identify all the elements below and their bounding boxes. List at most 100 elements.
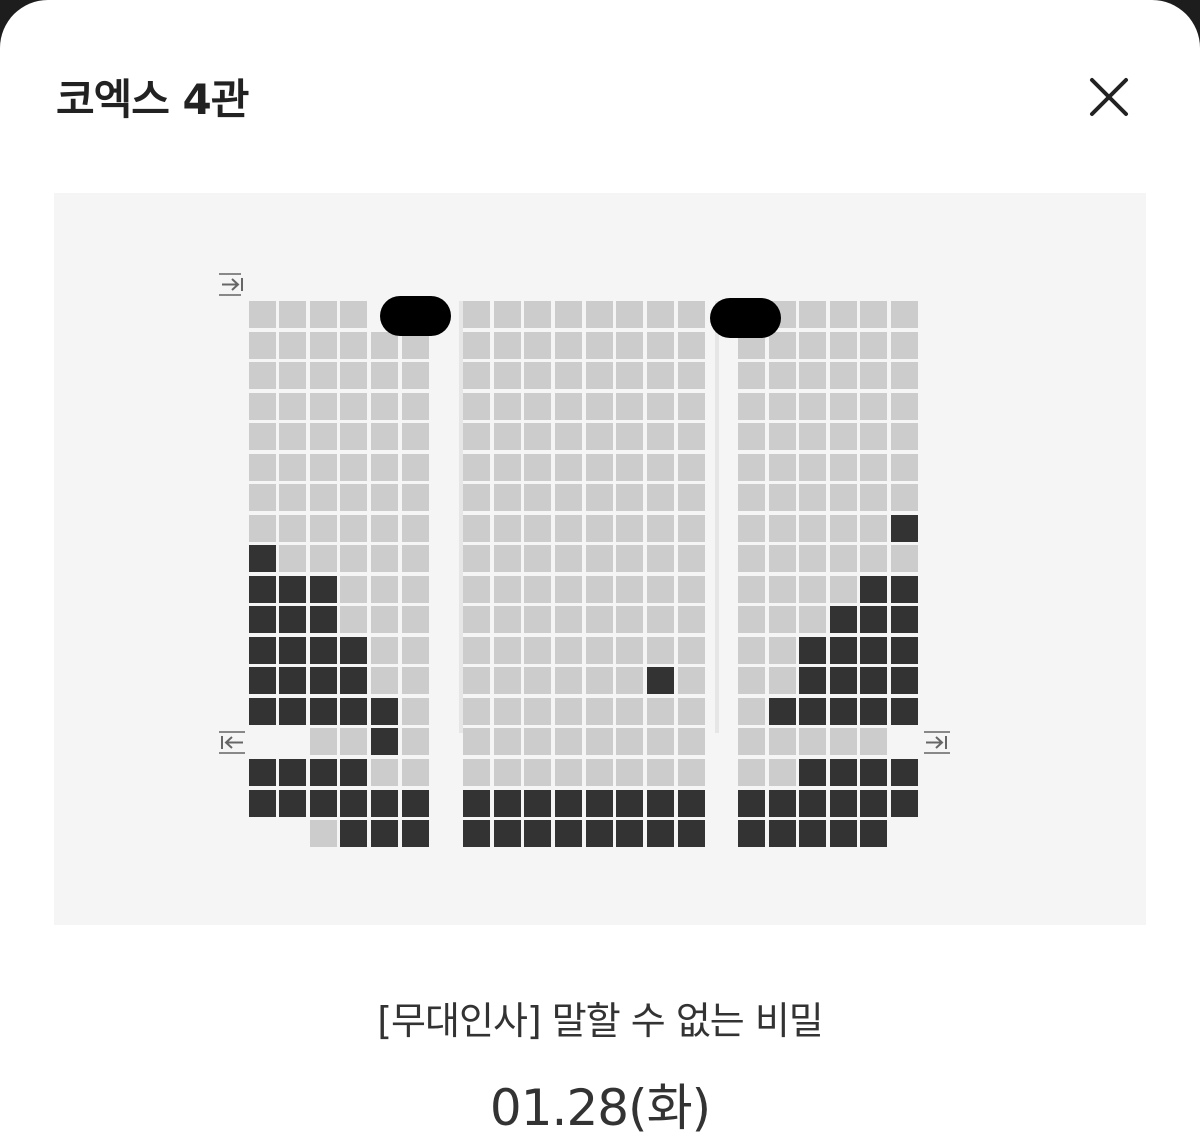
- seat[interactable]: [340, 301, 367, 328]
- seat[interactable]: [678, 484, 705, 511]
- seat[interactable]: [586, 576, 613, 603]
- seat[interactable]: [524, 698, 551, 725]
- seat[interactable]: [647, 454, 674, 481]
- seat[interactable]: [402, 332, 429, 359]
- seat[interactable]: [769, 484, 796, 511]
- seat[interactable]: [371, 606, 398, 633]
- seat[interactable]: [799, 545, 826, 572]
- seat[interactable]: [310, 454, 337, 481]
- seat[interactable]: [463, 545, 490, 572]
- seat[interactable]: [830, 576, 857, 603]
- seat[interactable]: [402, 728, 429, 755]
- seat[interactable]: [799, 423, 826, 450]
- seat[interactable]: [769, 637, 796, 664]
- seat[interactable]: [738, 637, 765, 664]
- seat[interactable]: [769, 667, 796, 694]
- seat[interactable]: [830, 423, 857, 450]
- seat[interactable]: [524, 759, 551, 786]
- seat[interactable]: [586, 515, 613, 542]
- seat[interactable]: [524, 332, 551, 359]
- seat[interactable]: [279, 545, 306, 572]
- seat[interactable]: [586, 332, 613, 359]
- seat[interactable]: [860, 423, 887, 450]
- seat[interactable]: [340, 362, 367, 389]
- seat[interactable]: [249, 515, 276, 542]
- seat[interactable]: [371, 637, 398, 664]
- seat[interactable]: [463, 576, 490, 603]
- seat[interactable]: [494, 301, 521, 328]
- seat[interactable]: [402, 423, 429, 450]
- seat[interactable]: [799, 728, 826, 755]
- seat[interactable]: [586, 606, 613, 633]
- seat[interactable]: [738, 698, 765, 725]
- seat[interactable]: [860, 362, 887, 389]
- seat[interactable]: [647, 637, 674, 664]
- seat[interactable]: [555, 362, 582, 389]
- seat[interactable]: [249, 301, 276, 328]
- seat[interactable]: [769, 728, 796, 755]
- seat[interactable]: [340, 576, 367, 603]
- seat[interactable]: [738, 423, 765, 450]
- seat[interactable]: [402, 576, 429, 603]
- seat[interactable]: [891, 332, 918, 359]
- seat[interactable]: [647, 423, 674, 450]
- seat[interactable]: [738, 484, 765, 511]
- seat[interactable]: [799, 515, 826, 542]
- seat[interactable]: [463, 515, 490, 542]
- seat[interactable]: [586, 698, 613, 725]
- seat[interactable]: [555, 728, 582, 755]
- seat[interactable]: [647, 576, 674, 603]
- seat[interactable]: [647, 332, 674, 359]
- seat[interactable]: [524, 393, 551, 420]
- seat[interactable]: [494, 667, 521, 694]
- seat[interactable]: [860, 545, 887, 572]
- seat[interactable]: [371, 484, 398, 511]
- seat[interactable]: [371, 423, 398, 450]
- seat[interactable]: [524, 637, 551, 664]
- seat[interactable]: [799, 606, 826, 633]
- seat[interactable]: [799, 484, 826, 511]
- seat[interactable]: [524, 667, 551, 694]
- seat[interactable]: [616, 393, 643, 420]
- seat[interactable]: [738, 667, 765, 694]
- seat[interactable]: [769, 545, 796, 572]
- seat[interactable]: [340, 515, 367, 542]
- seat[interactable]: [891, 362, 918, 389]
- seat[interactable]: [738, 545, 765, 572]
- seat[interactable]: [769, 759, 796, 786]
- seat[interactable]: [860, 515, 887, 542]
- seat[interactable]: [463, 454, 490, 481]
- seat[interactable]: [371, 667, 398, 694]
- seat[interactable]: [555, 515, 582, 542]
- seat[interactable]: [799, 301, 826, 328]
- seat[interactable]: [738, 728, 765, 755]
- seat[interactable]: [340, 728, 367, 755]
- seat[interactable]: [891, 454, 918, 481]
- seat[interactable]: [678, 332, 705, 359]
- close-button[interactable]: [1082, 70, 1136, 124]
- seat[interactable]: [830, 728, 857, 755]
- seat[interactable]: [769, 576, 796, 603]
- seat[interactable]: [891, 393, 918, 420]
- seat[interactable]: [586, 759, 613, 786]
- seat[interactable]: [647, 545, 674, 572]
- seat[interactable]: [799, 393, 826, 420]
- seat[interactable]: [616, 637, 643, 664]
- seat[interactable]: [647, 728, 674, 755]
- seat[interactable]: [494, 332, 521, 359]
- seat[interactable]: [678, 454, 705, 481]
- seat[interactable]: [616, 759, 643, 786]
- seat[interactable]: [463, 698, 490, 725]
- seat[interactable]: [586, 423, 613, 450]
- seat[interactable]: [616, 454, 643, 481]
- seat[interactable]: [371, 362, 398, 389]
- seat[interactable]: [830, 545, 857, 572]
- seat[interactable]: [310, 484, 337, 511]
- seat[interactable]: [279, 484, 306, 511]
- seat[interactable]: [555, 484, 582, 511]
- seat[interactable]: [769, 606, 796, 633]
- seat[interactable]: [738, 393, 765, 420]
- seat[interactable]: [494, 576, 521, 603]
- seat[interactable]: [402, 759, 429, 786]
- seat[interactable]: [678, 667, 705, 694]
